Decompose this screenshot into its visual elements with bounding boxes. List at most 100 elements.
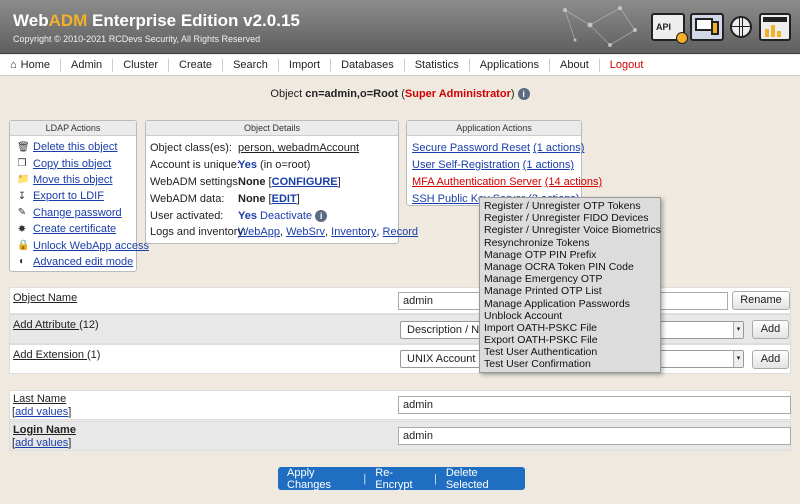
menu-item-register-otp-tokens[interactable]: Register / Unregister OTP Tokens — [480, 200, 660, 212]
add-extension-button[interactable]: Add — [752, 350, 789, 369]
menu-item-manage-otp-pin-prefix[interactable]: Manage OTP PIN Prefix — [480, 249, 660, 261]
login-name-add-values-link[interactable]: add values — [15, 437, 68, 449]
mfa-actions-menu: Register / Unregister OTP Tokens Registe… — [479, 197, 661, 373]
account-unique-label: Account is unique: — [150, 159, 240, 172]
info-icon[interactable]: i — [517, 88, 530, 101]
move-object-action[interactable]: 📁 Move this object — [10, 172, 136, 188]
re-encrypt-button[interactable]: Re-Encrypt — [366, 467, 434, 491]
account-unique-scope: (in o=root) — [260, 159, 311, 172]
menu-item-manage-printed-otp-list[interactable]: Manage Printed OTP List — [480, 285, 660, 297]
delete-selected-button[interactable]: Delete Selected — [437, 467, 525, 491]
change-password-link[interactable]: Change password — [33, 207, 122, 219]
edit-link[interactable]: EDIT — [272, 193, 297, 205]
mfa-authentication-server-count[interactable]: (14 actions) — [545, 176, 602, 188]
menu-item-export-oath-pskc[interactable]: Export OATH-PSKC File — [480, 334, 660, 346]
menu-item-manage-emergency-otp[interactable]: Manage Emergency OTP — [480, 273, 660, 285]
create-certificate-link[interactable]: Create certificate — [33, 223, 116, 235]
websrv-log-link[interactable]: WebSrv — [286, 226, 325, 238]
menu-item-resynchronize-tokens[interactable]: Resynchronize Tokens — [480, 237, 660, 249]
info-icon[interactable]: i — [315, 209, 328, 222]
object-role: Super Administrator — [404, 88, 511, 100]
unlock-webapp-action[interactable]: 🔒 Unlock WebApp access — [10, 237, 149, 253]
menu-item-register-fido-devices[interactable]: Register / Unregister FIDO Devices — [480, 212, 660, 224]
app-action-item[interactable]: MFA Authentication Server (14 actions) — [407, 174, 602, 191]
menu-item-register-voice-biometrics[interactable]: Register / Unregister Voice Biometrics — [480, 224, 661, 236]
advanced-edit-action[interactable]: ◐ Advanced edit mode — [10, 254, 136, 270]
webapp-log-link[interactable]: WebApp — [238, 226, 280, 238]
menu-item-test-user-confirmation[interactable]: Test User Confirmation — [480, 358, 660, 370]
secure-password-reset-link[interactable]: Secure Password Reset — [412, 142, 530, 154]
nav-databases[interactable]: Databases — [331, 58, 405, 72]
globe-icon[interactable] — [730, 16, 752, 38]
devices-icon[interactable] — [690, 13, 724, 41]
add-extension-row: Add Extension (1) UNIX Account ▾ Add — [9, 344, 791, 374]
user-activated-value: Yes — [238, 209, 257, 222]
nav-applications[interactable]: Applications — [470, 58, 551, 72]
inventory-link[interactable]: Inventory — [331, 226, 376, 238]
trash-icon: 🗑 — [17, 141, 30, 153]
bottom-action-bar: Apply Changes | Re-Encrypt | Delete Sele… — [278, 467, 525, 491]
object-classes-value: person, webadmAccount — [238, 142, 360, 155]
advanced-edit-link[interactable]: Advanced edit mode — [33, 256, 133, 268]
last-name-input[interactable]: admin — [398, 396, 791, 414]
api-icon[interactable]: API — [651, 13, 688, 44]
rename-button[interactable]: Rename — [732, 291, 790, 310]
export-ldif-action[interactable]: ↧ Export to LDIF — [10, 188, 136, 204]
menu-item-test-user-authentication[interactable]: Test User Authentication — [480, 346, 660, 358]
last-name-add-values-link[interactable]: add values — [15, 406, 68, 418]
nav-create[interactable]: Create — [169, 58, 224, 72]
menu-item-manage-application-passwords[interactable]: Manage Application Passwords — [480, 298, 660, 310]
webadm-settings-label: WebADM settings: — [150, 175, 241, 188]
nav-home[interactable]: ⌂ Home — [0, 58, 61, 72]
move-object-link[interactable]: Move this object — [33, 174, 112, 186]
object-heading: Object cn=admin,o=Root (Super Administra… — [0, 88, 800, 101]
api-icon-label: API — [656, 22, 672, 32]
change-password-action[interactable]: ✎ Change password — [10, 205, 136, 221]
network-decoration — [563, 6, 637, 47]
nav-statistics[interactable]: Statistics — [405, 58, 470, 72]
menu-item-manage-ocra-token-pin[interactable]: Manage OCRA Token PIN Code — [480, 261, 660, 273]
application-actions-title: Application Actions — [407, 121, 581, 136]
record-link[interactable]: Record — [383, 226, 418, 238]
chart-icon[interactable] — [759, 13, 791, 41]
nav-home-label: Home — [20, 58, 50, 71]
apply-changes-button[interactable]: Apply Changes — [278, 467, 363, 491]
secure-password-reset-count[interactable]: (1 actions) — [533, 142, 584, 154]
nav-import[interactable]: Import — [279, 58, 332, 72]
menu-item-import-oath-pskc[interactable]: Import OATH-PSKC File — [480, 322, 660, 334]
unlock-webapp-link[interactable]: Unlock WebApp access — [33, 240, 149, 252]
copy-object-action[interactable]: ❐ Copy this object — [10, 155, 136, 171]
copy-object-link[interactable]: Copy this object — [33, 158, 111, 170]
webadm-data-label: WebADM data: — [150, 192, 225, 205]
login-name-input[interactable]: admin — [398, 427, 791, 445]
delete-object-action[interactable]: 🗑 Delete this object — [10, 139, 136, 155]
menu-item-unblock-account[interactable]: Unblock Account — [480, 310, 660, 322]
add-extension-selected: UNIX Account — [407, 353, 476, 365]
user-activated-label: User activated: — [150, 209, 224, 222]
export-ldif-link[interactable]: Export to LDIF — [33, 190, 104, 202]
ldap-actions-panel: LDAP Actions 🗑 Delete this object ❐ Copy t… — [9, 120, 149, 272]
add-attribute-button[interactable]: Add — [752, 320, 789, 339]
app-action-item[interactable]: User Self-Registration (1 actions) — [407, 157, 581, 174]
pencil-icon: ✎ — [17, 207, 27, 219]
user-self-registration-link[interactable]: User Self-Registration — [412, 159, 520, 171]
object-details-title: Object Details — [146, 121, 398, 136]
user-self-registration-count[interactable]: (1 actions) — [523, 159, 574, 171]
deactivate-link[interactable]: Deactivate — [260, 210, 312, 222]
app-action-item[interactable]: Secure Password Reset (1 actions) — [407, 140, 584, 157]
configure-link[interactable]: CONFIGURE — [272, 176, 338, 188]
delete-object-link[interactable]: Delete this object — [33, 141, 117, 153]
nav-admin[interactable]: Admin — [61, 58, 114, 72]
nav-cluster[interactable]: Cluster — [113, 58, 170, 72]
nav-about[interactable]: About — [550, 58, 600, 72]
chevron-down-icon: ▾ — [733, 322, 743, 338]
login-name-label: Login Name — [13, 424, 76, 436]
object-classes-row: Object class(es): person, webadmAccount — [146, 140, 398, 157]
create-certificate-action[interactable]: ✸ Create certificate — [10, 221, 136, 237]
nav-logout[interactable]: Logout — [600, 59, 654, 72]
lock-icon: 🔒 — [17, 240, 30, 252]
mfa-authentication-server-link[interactable]: MFA Authentication Server — [412, 176, 542, 188]
nav-search[interactable]: Search — [223, 58, 279, 72]
ldap-actions-title: LDAP Actions — [10, 121, 136, 136]
application-actions-panel: Application Actions Secure Password Rese… — [406, 120, 602, 206]
